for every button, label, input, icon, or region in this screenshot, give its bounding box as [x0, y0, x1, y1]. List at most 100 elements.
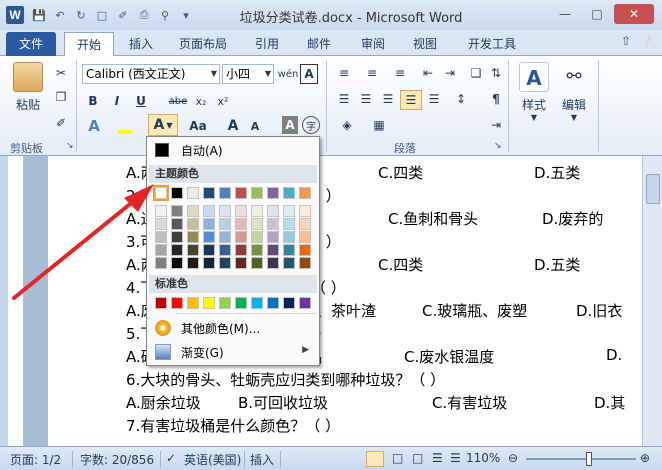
standard-color-swatch[interactable] [235, 297, 247, 309]
theme-shade-swatch[interactable] [203, 231, 215, 243]
doc-line-segment[interactable]: D.废弃的 [542, 208, 603, 230]
doc-line-segment[interactable]: C.鱼刺和骨头 [388, 208, 478, 230]
doc-line-segment[interactable]: D. [606, 346, 622, 368]
theme-shade-swatch[interactable] [203, 257, 215, 269]
theme-shade-swatch[interactable] [219, 244, 231, 256]
status-language[interactable]: 英语(美国) [184, 451, 241, 468]
theme-shade-swatch[interactable] [299, 218, 311, 230]
theme-shade-swatch[interactable] [235, 231, 247, 243]
theme-shade-swatch[interactable] [251, 257, 263, 269]
theme-shade-swatch[interactable] [219, 231, 231, 243]
document-page[interactable]: A.两类C.四类D.五类2.下列（ ）A.过期菜C.鱼刺和骨头D.废弃的3.可回… [48, 156, 642, 446]
theme-shade-swatch[interactable] [203, 244, 215, 256]
superscript-button[interactable]: x² [214, 92, 232, 110]
theme-color-swatch[interactable] [187, 187, 199, 199]
bold-button[interactable]: B [84, 92, 102, 110]
theme-shade-swatch[interactable] [155, 231, 167, 243]
cut-icon[interactable]: ✂ [52, 64, 70, 82]
font-size-combo[interactable]: 小四 ▼ [222, 64, 274, 84]
theme-color-swatch[interactable] [283, 187, 295, 199]
theme-color-swatch[interactable] [219, 187, 231, 199]
scroll-thumb[interactable] [646, 174, 660, 204]
theme-shade-swatch[interactable] [267, 218, 279, 230]
theme-color-swatch[interactable] [299, 187, 311, 199]
theme-shade-swatch[interactable] [283, 244, 295, 256]
print-layout-view-icon[interactable] [366, 451, 384, 467]
tab-home[interactable]: 开始 [64, 32, 114, 57]
text-effects-icon[interactable]: A [84, 116, 104, 136]
theme-shade-swatch[interactable] [219, 205, 231, 217]
theme-shade-swatch[interactable] [235, 218, 247, 230]
numbering-icon[interactable]: ≡ [362, 64, 382, 82]
bullets-icon[interactable]: ≡ [334, 64, 354, 82]
standard-color-swatch[interactable] [251, 297, 263, 309]
standard-color-swatch[interactable] [203, 297, 215, 309]
doc-line-segment[interactable]: D.五类 [534, 162, 580, 184]
theme-shade-swatch[interactable] [219, 218, 231, 230]
tab-mailings[interactable]: 邮件 [300, 32, 338, 56]
doc-line-segment[interactable]: C.有害垃圾 [432, 392, 507, 414]
doc-line-segment[interactable]: C.废水银温度 [404, 346, 494, 368]
theme-color-swatch[interactable] [267, 187, 279, 199]
theme-shade-swatch[interactable] [235, 205, 247, 217]
doc-line[interactable]: A.厨余垃圾 [126, 392, 201, 414]
strikethrough-button[interactable]: abe [166, 92, 190, 110]
multilevel-list-icon[interactable]: ≡ [390, 64, 410, 82]
zoom-slider[interactable] [526, 458, 636, 460]
zoom-out-icon[interactable]: ⊖ [508, 451, 518, 465]
tab-file[interactable]: 文件 [6, 32, 56, 56]
line-spacing-icon[interactable]: ↕ [450, 90, 472, 108]
theme-shade-swatch[interactable] [235, 257, 247, 269]
font-name-combo[interactable]: Calibri (西文正文) ▼ [82, 64, 220, 84]
clipboard-launcher-icon[interactable]: ↘ [66, 141, 74, 151]
doc-line-segment[interactable]: D.五类 [534, 254, 580, 276]
theme-shade-swatch[interactable] [299, 257, 311, 269]
theme-shade-swatch[interactable] [155, 244, 167, 256]
chinese-layout-icon[interactable]: ❏ [466, 64, 486, 82]
status-words[interactable]: 字数: 20/856 [80, 451, 154, 468]
italic-button[interactable]: I [108, 92, 126, 110]
tab-references[interactable]: 引用 [248, 32, 286, 56]
zoom-in-icon[interactable]: ⊕ [640, 451, 650, 465]
enclose-char-button[interactable]: 字 [302, 116, 320, 134]
theme-color-swatch[interactable] [251, 187, 263, 199]
theme-shade-swatch[interactable] [283, 231, 295, 243]
theme-shade-swatch[interactable] [155, 205, 167, 217]
theme-shade-swatch[interactable] [171, 218, 183, 230]
theme-shade-swatch[interactable] [267, 257, 279, 269]
char-shading-button[interactable]: A [282, 116, 298, 134]
increase-indent-icon[interactable]: ⇥ [440, 64, 460, 82]
gradient-item[interactable]: 渐变(G) ▶ [149, 341, 317, 363]
doc-line-segment[interactable]: C.四类 [378, 254, 423, 276]
doc-line-segment[interactable]: C.四类 [378, 162, 423, 184]
outline-view-icon[interactable]: ☰ [432, 451, 443, 465]
theme-shade-swatch[interactable] [187, 205, 199, 217]
theme-shade-swatch[interactable] [171, 244, 183, 256]
change-case-button[interactable]: Aa [184, 116, 212, 136]
theme-color-swatch[interactable] [203, 187, 215, 199]
draft-view-icon[interactable]: ☰ [450, 451, 461, 465]
theme-shade-swatch[interactable] [171, 257, 183, 269]
standard-color-swatch[interactable] [171, 297, 183, 309]
theme-shade-swatch[interactable] [155, 218, 167, 230]
status-zoom[interactable]: 110% [466, 451, 500, 465]
theme-shade-swatch[interactable] [267, 231, 279, 243]
sort-icon[interactable]: ⇅ [486, 64, 506, 82]
editing-button[interactable]: ⚯ 编辑 ▼ [554, 62, 594, 122]
standard-color-swatch[interactable] [219, 297, 231, 309]
tab-insert[interactable]: 插入 [118, 32, 164, 56]
theme-shade-swatch[interactable] [203, 218, 215, 230]
theme-shade-swatch[interactable] [251, 205, 263, 217]
standard-color-swatch[interactable] [155, 297, 167, 309]
paragraph-launcher-icon[interactable]: ↘ [494, 141, 502, 151]
theme-shade-swatch[interactable] [299, 205, 311, 217]
help-icon[interactable]: ❔ [639, 34, 654, 48]
tab-review[interactable]: 审阅 [354, 32, 392, 56]
theme-shade-swatch[interactable] [171, 231, 183, 243]
ltr-icon[interactable]: ⇥ [486, 116, 506, 134]
tab-view[interactable]: 视图 [406, 32, 444, 56]
theme-color-swatch[interactable] [235, 187, 247, 199]
vertical-scrollbar[interactable] [642, 156, 662, 446]
status-insert-mode[interactable]: 插入 [250, 451, 274, 468]
doc-line-segment[interactable]: D.旧衣 [576, 300, 622, 322]
